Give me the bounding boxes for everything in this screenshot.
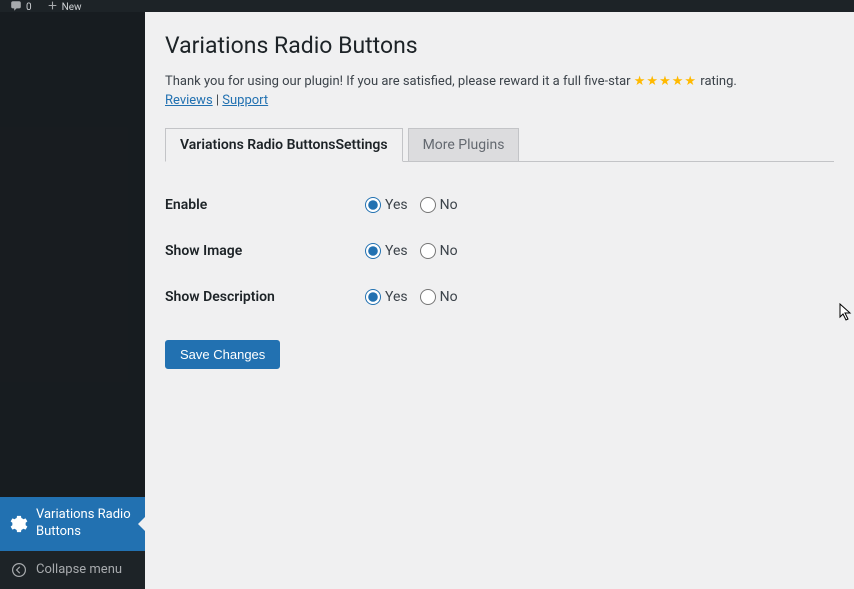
sidebar-collapse-label: Collapse menu: [36, 562, 122, 579]
collapse-icon: [10, 561, 28, 579]
main-content: Variations Radio Buttons Thank you for u…: [145, 12, 854, 589]
show-image-yes-label[interactable]: Yes: [385, 243, 408, 259]
enable-yes-label[interactable]: Yes: [385, 197, 408, 213]
admin-bar: 0 New: [0, 0, 854, 12]
show-desc-no-radio[interactable]: [420, 289, 436, 305]
tab-settings[interactable]: Variations Radio ButtonsSettings: [165, 128, 403, 162]
form-row-show-description: Show Description Yes No: [165, 274, 834, 320]
show-desc-no-label[interactable]: No: [440, 289, 458, 305]
plugin-links: Reviews | Support: [165, 93, 834, 108]
enable-control: Yes No: [365, 197, 458, 213]
sidebar-filler: [0, 12, 145, 497]
enable-label: Enable: [165, 197, 365, 213]
star-rating-icon: ★★★★★: [634, 74, 697, 89]
enable-yes-radio[interactable]: [365, 197, 381, 213]
show-image-no-radio[interactable]: [420, 243, 436, 259]
show-image-yes-radio[interactable]: [365, 243, 381, 259]
form-row-enable: Enable Yes No: [165, 182, 834, 228]
sidebar-collapse-menu[interactable]: Collapse menu: [0, 551, 145, 589]
show-image-control: Yes No: [365, 243, 458, 259]
show-image-label: Show Image: [165, 243, 365, 259]
gear-icon: [10, 515, 28, 533]
settings-form: Enable Yes No Show Image: [165, 182, 834, 320]
enable-no-label[interactable]: No: [440, 197, 458, 213]
tab-more-plugins[interactable]: More Plugins: [408, 128, 520, 161]
show-description-control: Yes No: [365, 289, 458, 305]
sidebar-item-variations-radio-buttons[interactable]: Variations Radio Buttons: [0, 497, 145, 551]
enable-no-radio[interactable]: [420, 197, 436, 213]
support-link[interactable]: Support: [222, 93, 268, 108]
page-title: Variations Radio Buttons: [165, 32, 834, 59]
show-description-label: Show Description: [165, 289, 365, 305]
form-row-show-image: Show Image Yes No: [165, 228, 834, 274]
save-button[interactable]: Save Changes: [165, 340, 280, 369]
sidebar-item-label: Variations Radio Buttons: [36, 507, 135, 541]
admin-sidebar: Variations Radio Buttons Collapse menu: [0, 12, 145, 589]
notice-text-pre: Thank you for using our plugin! If you a…: [165, 74, 634, 89]
show-image-no-label[interactable]: No: [440, 243, 458, 259]
reviews-link[interactable]: Reviews: [165, 93, 213, 108]
settings-tabs: Variations Radio ButtonsSettings More Pl…: [165, 128, 834, 162]
notice-text-post: rating.: [697, 74, 737, 89]
show-desc-yes-radio[interactable]: [365, 289, 381, 305]
new-label: New: [62, 2, 82, 13]
show-desc-yes-label[interactable]: Yes: [385, 289, 408, 305]
plugin-notice: Thank you for using our plugin! If you a…: [165, 74, 834, 89]
link-separator: |: [213, 93, 223, 108]
